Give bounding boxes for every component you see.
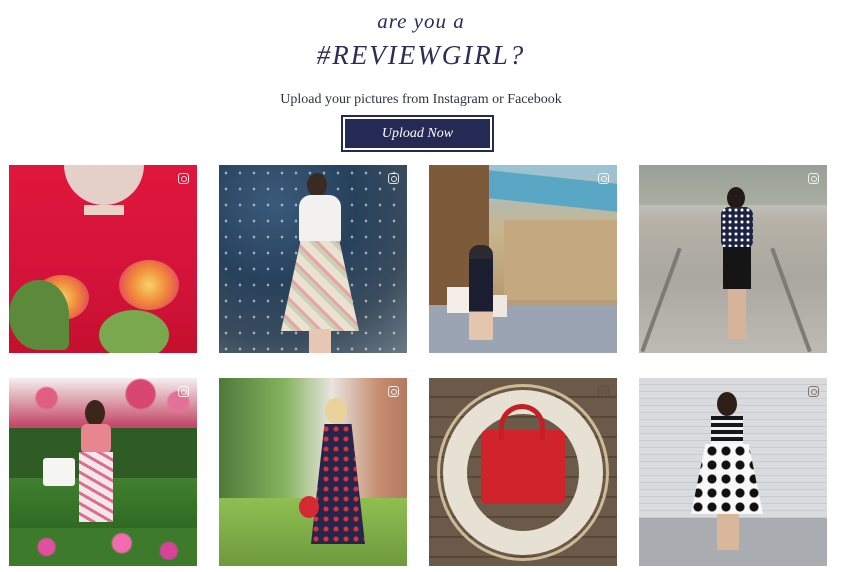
person-skirt [691,444,763,514]
hero-subtitle: Upload your pictures from Instagram or F… [280,92,562,107]
person-dress [311,424,365,544]
upload-now-button[interactable]: Upload Now [341,115,494,152]
handbag [299,496,319,518]
gallery-photo-8[interactable] [639,378,827,566]
shopping-bag [447,287,469,313]
cardigan-collar-shape [64,165,144,205]
person-head [307,173,327,197]
tram-track [640,247,682,353]
instagram-icon [808,386,819,397]
person-legs [728,289,746,339]
person-head [717,392,737,416]
gallery-photo-6[interactable] [219,378,407,566]
gallery-photo-1[interactable] [9,165,197,353]
person-cardigan [299,195,341,243]
shopping-bag [493,295,507,317]
instagram-icon [178,173,189,184]
person-figure [469,245,493,340]
gallery-photo-2[interactable] [219,165,407,353]
person-top [81,424,111,454]
red-handbag [481,430,565,504]
person-head [85,400,105,426]
person-top [711,416,743,446]
person-head [727,187,745,209]
person-legs [309,329,331,353]
hero-kicker: are you a [377,9,465,33]
person-top [721,207,753,249]
gallery-photo-3[interactable] [429,165,617,353]
flower-bed [9,528,197,566]
leaf-shape [99,310,169,353]
hero-hashtag-title: #REVIEWGIRL? [316,40,526,70]
person-head [325,398,347,424]
instagram-icon [388,386,399,397]
instagram-icon [598,386,609,397]
person-legs [717,514,739,550]
instagram-icon [388,173,399,184]
tram-track [770,247,812,353]
leaf-shape [9,280,69,350]
person-skirt [723,247,751,289]
flower-shape [119,260,179,310]
building-facade [504,220,617,300]
gallery-photo-7[interactable] [429,378,617,566]
garment-label [84,205,124,215]
gallery-photo-4[interactable] [639,165,827,353]
gallery-photo-5[interactable] [9,378,197,566]
instagram-icon [598,173,609,184]
person-skirt [79,452,113,522]
instagram-icon [808,173,819,184]
handbag [43,458,75,486]
instagram-icon [178,386,189,397]
